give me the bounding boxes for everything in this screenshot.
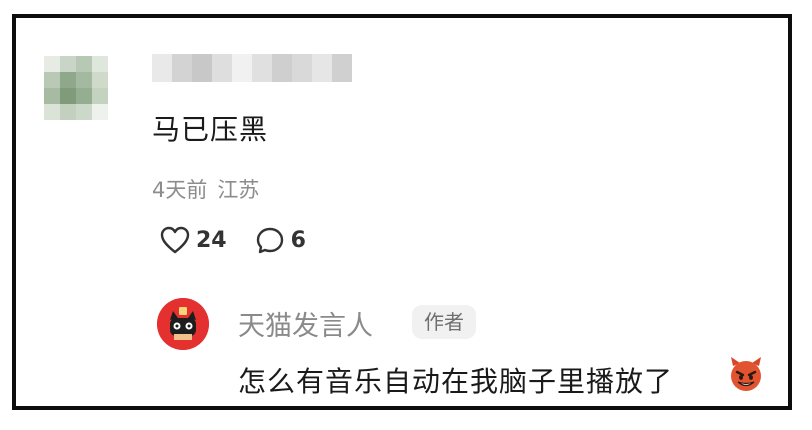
commenter-name-pixelated[interactable] — [152, 54, 352, 82]
comment-actions: 24 6 — [160, 226, 334, 254]
screenshot-frame — [12, 14, 792, 410]
heart-outline-icon — [160, 226, 190, 254]
reply-button[interactable]: 6 — [255, 226, 306, 254]
speech-bubble-icon — [256, 227, 283, 254]
like-button[interactable]: 24 — [160, 226, 227, 254]
reply-count: 6 — [290, 227, 306, 253]
author-badge: 作者 — [412, 305, 476, 339]
smiling-devil-emoji — [731, 357, 761, 391]
comment-location: 江苏 — [217, 178, 260, 202]
comment-meta: 4天前 江苏 — [152, 174, 259, 204]
reply-text: 怎么有音乐自动在我脑子里播放了 — [238, 365, 674, 398]
comment-text: 马已压黑 — [152, 113, 269, 146]
reply-author-avatar[interactable] — [157, 298, 209, 350]
tmall-cat-logo-icon — [157, 298, 209, 350]
comment-time: 4天前 — [152, 178, 208, 202]
commenter-avatar-pixelated[interactable] — [44, 56, 108, 120]
reply-author-name[interactable]: 天猫发言人 — [238, 304, 373, 343]
like-count: 24 — [196, 227, 227, 253]
